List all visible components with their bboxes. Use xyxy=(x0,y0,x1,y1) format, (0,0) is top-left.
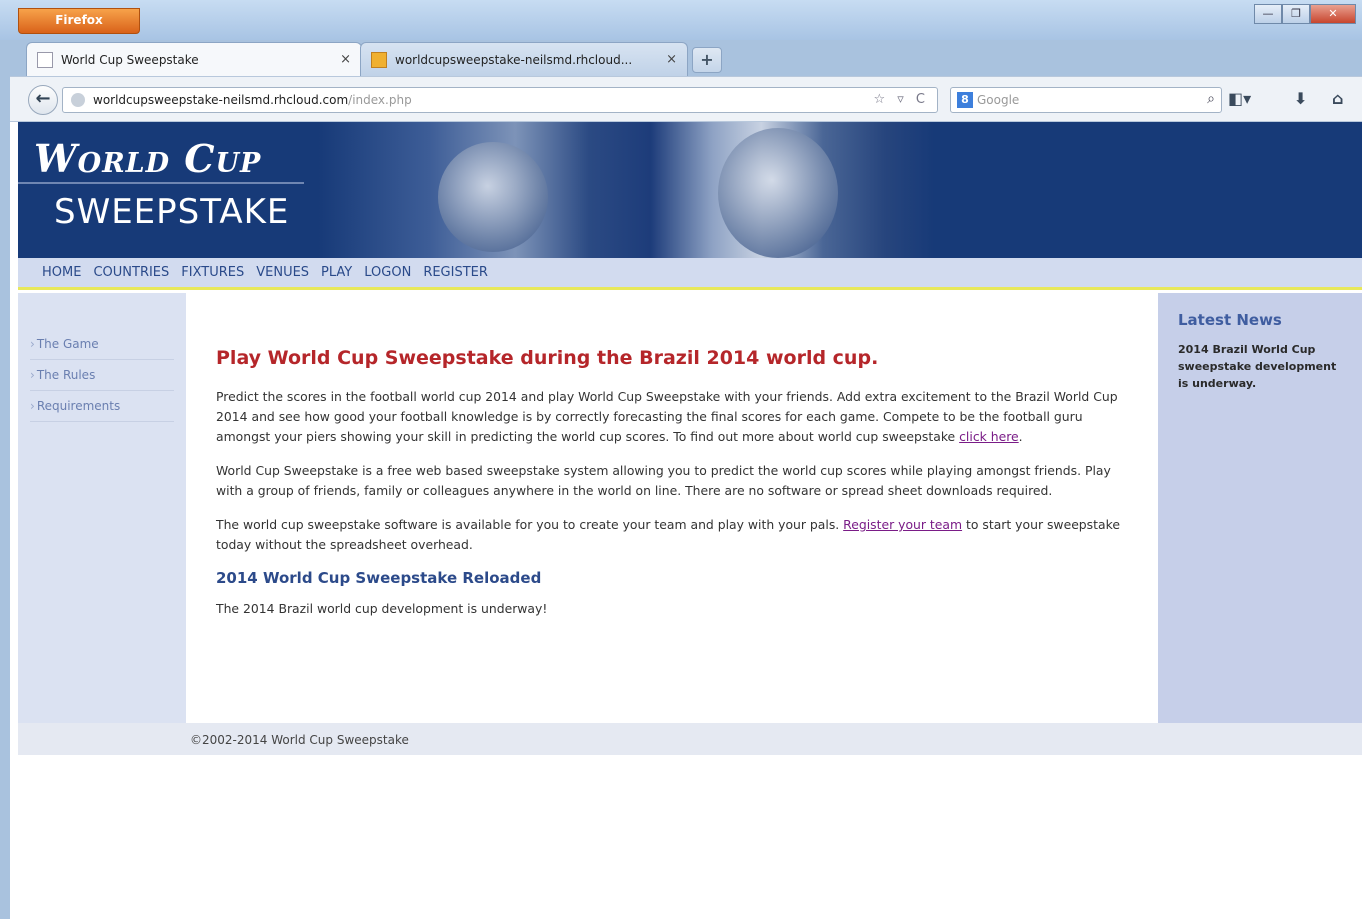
minimize-button[interactable]: — xyxy=(1254,4,1282,24)
nav-home[interactable]: HOME xyxy=(42,265,81,280)
sidebar-item-the-game[interactable]: › The Game xyxy=(30,329,174,360)
home-icon[interactable]: ⌂ xyxy=(1332,89,1343,108)
page-viewport: World Cup SWEEPSTAKE HOME COUNTRIES FIXT… xyxy=(10,122,1362,919)
new-tab-button[interactable]: + xyxy=(692,47,722,73)
nav-logon[interactable]: LOGON xyxy=(364,265,411,280)
nav-register[interactable]: REGISTER xyxy=(423,265,488,280)
intro-paragraph: Predict the scores in the football world… xyxy=(216,389,1118,444)
back-arrow-icon[interactable]: ← xyxy=(28,85,58,115)
status-paragraph: The 2014 Brazil world cup development is… xyxy=(216,601,548,616)
page-title: Play World Cup Sweepstake during the Bra… xyxy=(216,347,879,369)
site-logo-subtitle[interactable]: SWEEPSTAKE xyxy=(54,192,289,232)
left-sidebar: › The Game › The Rules › Requirements xyxy=(18,293,186,723)
warning-icon xyxy=(371,51,387,68)
tab-label: worldcupsweepstake-neilsmd.rhcloud... xyxy=(395,52,633,67)
click-here-link[interactable]: click here xyxy=(959,429,1019,444)
nav-venues[interactable]: VENUES xyxy=(256,265,309,280)
bookmark-star-and-reload-icons[interactable]: ☆ ▿ C xyxy=(873,92,929,107)
sidebar-item-label: Requirements xyxy=(36,399,121,413)
sidebar-item-requirements[interactable]: › Requirements xyxy=(30,391,174,422)
search-placeholder: Google xyxy=(977,93,1020,107)
tab-strip: World Cup Sweepstake × worldcupsweepstak… xyxy=(10,42,1362,76)
main-navigation: HOME COUNTRIES FIXTURES VENUES PLAY LOGO… xyxy=(18,258,1362,290)
description-paragraph: World Cup Sweepstake is a free web based… xyxy=(216,463,1111,498)
window-controls: — ❐ ✕ xyxy=(1254,4,1356,26)
tab-rhcloud[interactable]: worldcupsweepstake-neilsmd.rhcloud... × xyxy=(360,42,688,76)
close-tab-icon[interactable]: × xyxy=(666,52,677,67)
section-heading: 2014 World Cup Sweepstake Reloaded xyxy=(216,569,542,587)
sidebar-item-label: The Rules xyxy=(36,368,96,382)
site-identity-icon[interactable] xyxy=(71,93,85,107)
maximize-button[interactable]: ❐ xyxy=(1282,4,1310,24)
news-sidebar: Latest News 2014 Brazil World Cup sweeps… xyxy=(1158,293,1362,723)
register-paragraph: The world cup sweepstake software is ava… xyxy=(216,517,1120,552)
download-icon[interactable]: ⬇ xyxy=(1294,89,1307,108)
nav-countries[interactable]: COUNTRIES xyxy=(93,265,169,280)
sidebar-item-label: The Game xyxy=(36,337,99,351)
navigation-toolbar: ← worldcupsweepstake-neilsmd.rhcloud.com… xyxy=(10,76,1362,122)
page-footer: ©2002-2014 World Cup Sweepstake xyxy=(18,723,1362,755)
logo-divider xyxy=(18,182,304,184)
nav-fixtures[interactable]: FIXTURES xyxy=(181,265,244,280)
sidebar-item-the-rules[interactable]: › The Rules xyxy=(30,360,174,391)
banner-photo xyxy=(318,122,934,258)
tab-world-cup-sweepstake[interactable]: World Cup Sweepstake × xyxy=(26,42,362,76)
page-icon xyxy=(37,51,53,68)
title-bar: Firefox — ❐ ✕ xyxy=(0,0,1362,40)
nav-play[interactable]: PLAY xyxy=(321,265,352,280)
firefox-menu-button[interactable]: Firefox xyxy=(18,8,140,34)
site-logo-title[interactable]: World Cup xyxy=(34,136,261,181)
news-item: 2014 Brazil World Cup sweepstake develop… xyxy=(1178,343,1337,390)
bookmarks-icon[interactable]: ◧▾ xyxy=(1228,89,1251,108)
main-content: Play World Cup Sweepstake during the Bra… xyxy=(186,293,1158,723)
close-tab-icon[interactable]: × xyxy=(340,52,351,67)
url-host: worldcupsweepstake-neilsmd.rhcloud.com xyxy=(93,93,349,107)
search-icon[interactable]: ⌕ xyxy=(1207,91,1215,107)
news-heading: Latest News xyxy=(1178,311,1282,329)
register-your-team-link[interactable]: Register your team xyxy=(843,517,962,532)
url-bar[interactable]: worldcupsweepstake-neilsmd.rhcloud.com /… xyxy=(62,87,938,113)
tab-label: World Cup Sweepstake xyxy=(61,52,199,67)
google-engine-icon[interactable]: 8 xyxy=(957,92,973,108)
close-window-button[interactable]: ✕ xyxy=(1310,4,1356,24)
search-field[interactable]: 8 Google ⌕ xyxy=(950,87,1222,113)
url-path: /index.php xyxy=(348,93,412,107)
site-banner: World Cup SWEEPSTAKE xyxy=(18,122,1362,258)
browser-window: Firefox — ❐ ✕ World Cup Sweepstake × wor… xyxy=(0,0,1362,919)
